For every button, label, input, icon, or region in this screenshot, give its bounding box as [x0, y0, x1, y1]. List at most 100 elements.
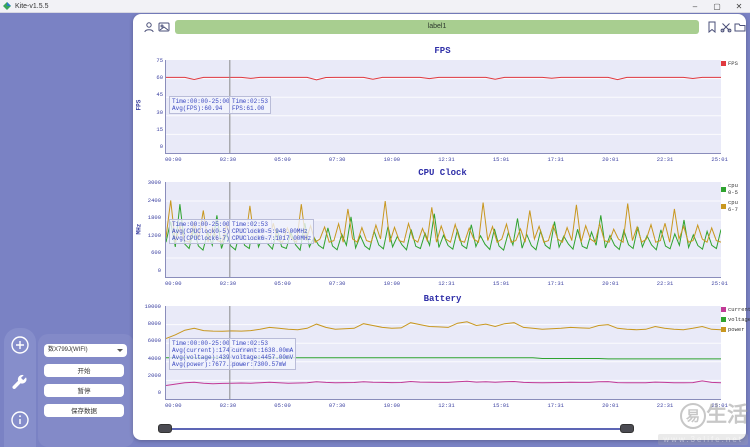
time-range-handle-right[interactable]: [620, 424, 634, 433]
info-button[interactable]: [9, 409, 31, 431]
x-tick-label: 10:00: [383, 280, 401, 287]
main-panel: label1 FPS FPS 75 60 45 30 15 0 Time:00:…: [133, 14, 750, 440]
add-button[interactable]: [9, 334, 31, 356]
legend-swatch: [721, 61, 726, 66]
y-tick-label: 0: [157, 388, 161, 396]
y-tick-label: 600: [151, 249, 161, 257]
x-tick-label: 05:00: [274, 156, 291, 163]
window-titlebar: Kite-v1.5.5 – ▢ ✕: [0, 0, 750, 13]
x-tick-label: 12:31: [438, 402, 455, 409]
legend-swatch: [721, 307, 726, 312]
y-tick-label: 75: [156, 57, 163, 64]
app-logo-icon: [3, 2, 11, 10]
start-button[interactable]: 开始: [44, 364, 124, 377]
legend-item-cpu05[interactable]: cpu 0-5: [721, 182, 747, 196]
x-tick-label: 15:01: [492, 280, 510, 287]
legend-label: cpu 0-5: [728, 182, 738, 196]
close-button[interactable]: ✕: [728, 1, 750, 12]
label-field[interactable]: label1: [175, 20, 699, 34]
cpu-point-tooltip: Time:02:53 CPUClock0-5:948.00MHz CPUCloc…: [229, 219, 315, 244]
x-tick-label: 05:00: [274, 402, 291, 409]
x-tick-label: 25:01: [711, 280, 728, 287]
cpu-legend: cpu 0-5 cpu 6-7: [721, 182, 747, 216]
y-tick-label: 8000: [147, 320, 161, 328]
y-tick-label: 30: [156, 108, 163, 116]
fps-legend: FPS: [721, 60, 747, 70]
y-tick-label: 1200: [147, 231, 161, 239]
x-tick-label: 10:00: [383, 156, 401, 163]
y-tick-label: 1800: [147, 214, 161, 222]
x-tick-label: 07:30: [328, 156, 346, 163]
time-range-slider-rail[interactable]: [163, 428, 627, 430]
maximize-button[interactable]: ▢: [706, 1, 728, 12]
screenshot-icon[interactable]: [158, 21, 170, 33]
device-select-value: 数X799J(WIFI): [48, 347, 88, 353]
y-tick-label: 6000: [147, 337, 161, 345]
app-window: Kite-v1.5.5 – ▢ ✕ label1 FPS FPS 75 60 4…: [0, 0, 750, 447]
battery-x-ticks: 00:00 02:30 05:00 07:30 10:00 12:31 15:0…: [165, 402, 728, 409]
fps-chart-title: FPS: [434, 46, 451, 56]
legend-item-voltage[interactable]: voltage: [721, 316, 750, 323]
window-title: Kite-v1.5.5: [15, 2, 49, 10]
y-tick-label: 3000: [147, 179, 161, 186]
left-toolbar-rail: [4, 328, 36, 447]
x-tick-label: 12:31: [438, 280, 455, 287]
x-tick-label: 02:30: [219, 402, 237, 409]
battery-plot-area[interactable]: Time:00:00-25:00 Avg(current):1747.05mA …: [165, 306, 721, 400]
save-data-button[interactable]: 保存数据: [44, 404, 124, 417]
x-tick-label: 17:31: [547, 280, 564, 287]
battery-y-ticks: 10000 8000 6000 4000 2000 0: [141, 303, 161, 396]
x-tick-label: 25:01: [711, 402, 728, 409]
legend-swatch: [721, 203, 726, 209]
battery-legend: current voltage power: [721, 306, 750, 336]
pause-button[interactable]: 暂停: [44, 384, 124, 397]
cpu-x-ticks: 00:00 02:30 05:00 07:30 10:00 12:31 15:0…: [165, 280, 728, 287]
x-tick-label: 22:31: [656, 402, 674, 409]
y-tick-label: 4000: [147, 354, 161, 362]
x-tick-label: 07:30: [328, 280, 346, 287]
wrench-icon[interactable]: [9, 372, 31, 394]
battery-chart-title: Battery: [423, 294, 462, 304]
y-tick-label: 0: [159, 142, 163, 150]
y-tick-label: 15: [156, 125, 163, 133]
legend-item-power[interactable]: power: [721, 326, 747, 333]
y-tick-label: 2400: [147, 196, 161, 204]
legend-swatch: [721, 327, 726, 332]
scissors-icon[interactable]: [720, 21, 732, 33]
window-controls: – ▢ ✕: [684, 1, 750, 12]
device-select[interactable]: 数X799J(WIFI): [44, 344, 127, 357]
x-tick-label: 17:31: [547, 402, 564, 409]
bookmark-icon[interactable]: [706, 21, 718, 33]
x-tick-label: 05:00: [274, 280, 291, 287]
legend-label: cpu 6-7: [728, 199, 738, 213]
minimize-button[interactable]: –: [684, 1, 706, 12]
legend-item-cpu67[interactable]: cpu 6-7: [721, 199, 747, 213]
folder-icon[interactable]: [734, 21, 746, 33]
time-range-handle-left[interactable]: [158, 424, 172, 433]
x-tick-label: 22:31: [656, 156, 674, 163]
fps-plot-area[interactable]: Time:00:00-25:00 Avg(FPS):60.94 Time:02:…: [165, 60, 721, 154]
legend-label: current: [728, 306, 750, 313]
y-tick-label: 0: [157, 266, 161, 274]
y-tick-label: 10000: [144, 303, 161, 310]
cpu-y-ticks: 3000 2400 1800 1200 600 0: [141, 179, 161, 274]
legend-item-current[interactable]: current: [721, 306, 750, 313]
y-tick-label: 2000: [147, 371, 161, 379]
legend-swatch: [721, 317, 726, 322]
cpu-plot-area[interactable]: Time:00:00-25:00 Avg(CPUClock0-5):1127.0…: [165, 182, 721, 278]
legend-item-fps[interactable]: FPS: [721, 60, 747, 67]
chevron-down-icon: [117, 349, 123, 352]
cpu-chart-title: CPU Clock: [418, 168, 467, 178]
x-tick-label: 17:31: [547, 156, 564, 163]
x-tick-label: 07:30: [328, 402, 346, 409]
x-tick-label: 22:31: [656, 280, 674, 287]
fps-y-axis-label: FPS: [135, 99, 143, 111]
user-icon[interactable]: [143, 21, 155, 33]
y-tick-label: 45: [156, 91, 163, 99]
fps-point-tooltip: Time:02:53 FPS:61.00: [229, 96, 272, 114]
y-tick-label: 60: [156, 74, 163, 82]
x-tick-label: 15:01: [492, 156, 510, 163]
x-tick-label: 20:01: [602, 280, 619, 287]
legend-swatch: [721, 186, 726, 192]
legend-label: FPS: [728, 60, 738, 67]
